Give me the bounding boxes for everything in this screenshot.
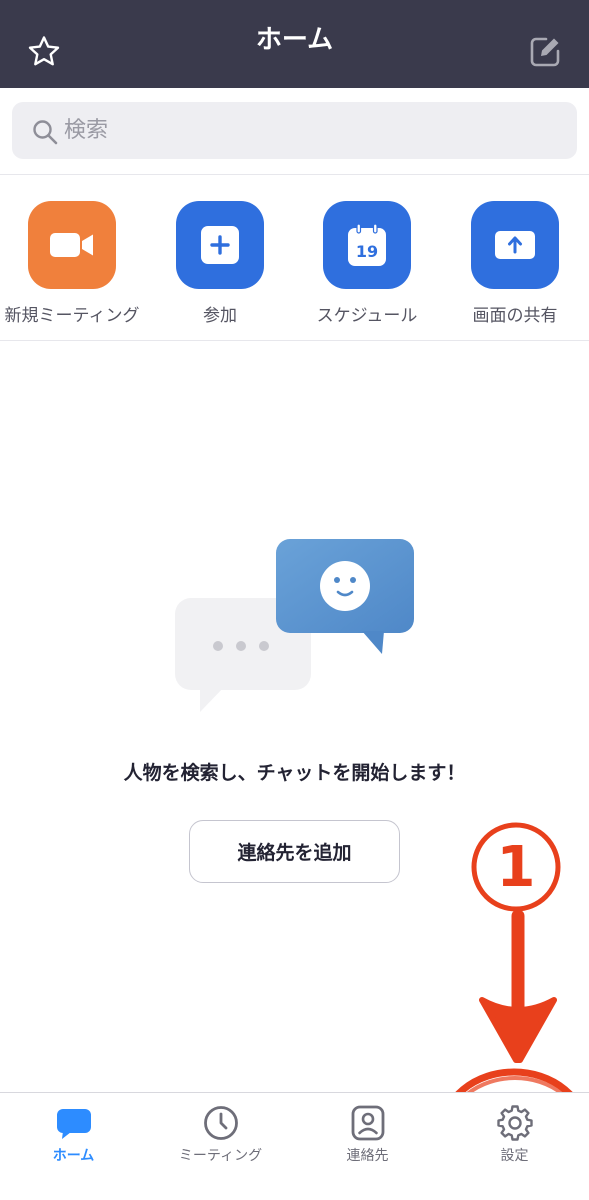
join-tile[interactable] (176, 201, 264, 289)
share-screen-button[interactable]: 画面の共有 (441, 201, 589, 331)
search-icon (33, 120, 58, 145)
schedule-tile[interactable]: 19 (323, 201, 411, 289)
divider (0, 340, 589, 341)
empty-state-message: 人物を検索し、チャットを開始します！ (123, 762, 466, 784)
edit-icon[interactable] (526, 33, 564, 71)
share-screen-label: 画面の共有 (472, 306, 558, 326)
tab-meetings[interactable]: ミーティング (147, 1093, 294, 1200)
page-title: ホーム (255, 24, 334, 55)
tab-home[interactable]: ホーム (0, 1093, 147, 1200)
chat-bubble-icon (57, 1109, 91, 1139)
video-camera-icon (50, 233, 93, 257)
chat-illustration (175, 539, 414, 712)
app-header: ホーム (0, 0, 589, 88)
annotation-number-circle (471, 822, 561, 912)
plus-icon (201, 226, 239, 264)
tab-contacts[interactable]: 連絡先 (294, 1093, 441, 1200)
calendar-icon: 19 (348, 223, 386, 266)
search-bar[interactable] (12, 102, 577, 159)
annotation-number: 1 (497, 835, 536, 900)
tab-contacts-label: 連絡先 (346, 1148, 389, 1164)
new-meeting-label: 新規ミーティング (4, 306, 140, 326)
join-label: 参加 (203, 306, 237, 326)
divider (0, 174, 589, 175)
new-meeting-button[interactable]: 新規ミーティング (0, 201, 146, 331)
schedule-label: スケジュール (316, 306, 418, 326)
tab-home-label: ホーム (52, 1148, 95, 1164)
tab-meetings-label: ミーティング (178, 1148, 263, 1164)
schedule-button[interactable]: 19 スケジュール (293, 201, 441, 331)
gear-icon (497, 1105, 533, 1141)
search-input[interactable] (64, 110, 544, 150)
bottom-tab-bar: ホーム ミーティング 連絡先 設定 (0, 1092, 589, 1200)
annotation-arrow (479, 909, 557, 1063)
smiley-face-icon (320, 561, 370, 611)
tab-settings[interactable]: 設定 (441, 1093, 588, 1200)
share-screen-icon (495, 231, 535, 259)
tab-settings-label: 設定 (500, 1148, 529, 1164)
new-meeting-tile[interactable] (28, 201, 116, 289)
add-contact-button[interactable]: 連絡先を追加 (189, 820, 400, 883)
contact-icon (351, 1105, 385, 1141)
clock-icon (204, 1106, 238, 1140)
join-button[interactable]: 参加 (146, 201, 294, 331)
share-screen-tile[interactable] (471, 201, 559, 289)
calendar-day: 19 (356, 242, 378, 261)
